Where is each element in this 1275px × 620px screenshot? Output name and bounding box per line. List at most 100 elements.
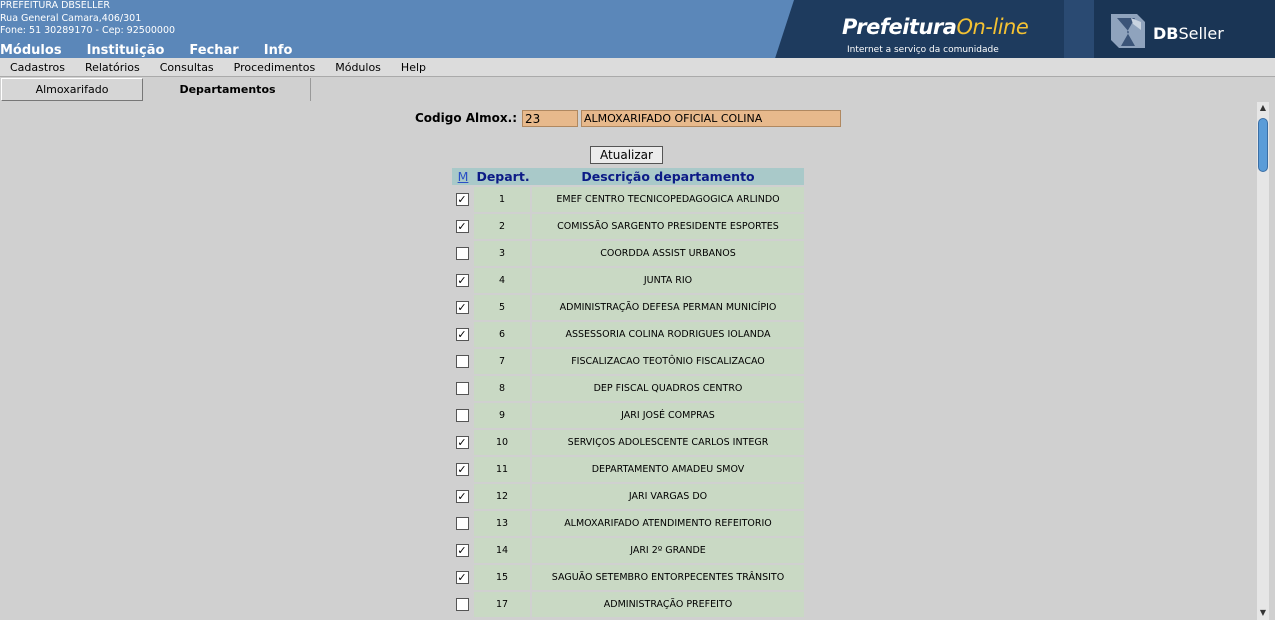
row-checkbox[interactable]: ✓ <box>455 301 469 314</box>
table-row: 17 ADMINISTRAÇÃO PREFEITO <box>452 590 804 617</box>
menu-cadastros[interactable]: Cadastros <box>0 61 75 74</box>
scroll-down-icon[interactable]: ▼ <box>1257 607 1269 619</box>
scroll-up-icon[interactable]: ▲ <box>1257 102 1269 114</box>
dbseller-wordmark: DBSeller <box>1153 24 1224 43</box>
top-menu-info[interactable]: Info <box>264 43 293 58</box>
menu-consultas[interactable]: Consultas <box>150 61 224 74</box>
org-name: PREFEITURA DBSELLER <box>0 0 110 11</box>
prefeitura-online-logo: PrefeituraOn-line <box>842 15 1029 39</box>
tab-almoxarifado[interactable]: Almoxarifado <box>1 78 143 101</box>
tab-bar: Almoxarifado Departamentos <box>0 77 1275 101</box>
atualizar-button[interactable]: Atualizar <box>590 146 663 164</box>
table-header: M Depart. Descrição departamento <box>452 168 804 185</box>
top-menu-instituicao[interactable]: Instituição <box>87 43 165 58</box>
depart-code: 11 <box>495 464 509 475</box>
row-checkbox[interactable] <box>455 409 469 422</box>
menu-modulos[interactable]: Módulos <box>325 61 391 74</box>
table-row: ✓ 10 SERVIÇOS ADOLESCENTE CARLOS INTEGR <box>452 428 804 455</box>
depart-descricao: JARI VARGAS DO <box>628 491 708 502</box>
row-checkbox[interactable]: ✓ <box>455 490 469 503</box>
depart-code: 1 <box>498 194 506 205</box>
top-menu-modulos[interactable]: Módulos <box>0 43 62 58</box>
table-body: ✓ 1 EMEF CENTRO TECNICOPEDAGOGICA ARLINDO ✓… <box>452 185 804 617</box>
row-checkbox[interactable] <box>455 355 469 368</box>
menu-procedimentos[interactable]: Procedimentos <box>224 61 326 74</box>
depart-descricao: JUNTA RIO <box>643 275 693 286</box>
depart-descricao: FISCALIZACAO TEOTÔNIO FISCALIZACAO <box>571 356 765 367</box>
row-checkbox[interactable] <box>455 598 469 611</box>
table-row: ✓ 4 JUNTA RIO <box>452 266 804 293</box>
depart-code: 15 <box>495 572 509 583</box>
departamentos-table: M Depart. Descrição departamento ✓ 1 EMEF … <box>452 168 804 617</box>
table-row: ✓ 1 EMEF CENTRO TECNICOPEDAGOGICA ARLINDO <box>452 185 804 212</box>
depart-descricao: ADMINISTRAÇÃO PREFEITO <box>603 599 733 610</box>
row-checkbox[interactable] <box>455 247 469 260</box>
table-row: ✓ 2 COMISSÃO SARGENTO PRESIDENTE ESPORTES <box>452 212 804 239</box>
depart-code: 17 <box>495 599 509 610</box>
org-phone: Fone: 51 30289170 - Cep: 92500000 <box>0 25 176 36</box>
vertical-scrollbar[interactable]: ▲ ▼ <box>1257 102 1269 620</box>
row-checkbox[interactable] <box>455 382 469 395</box>
depart-code: 3 <box>498 248 506 259</box>
brand-banner: PrefeituraOn-line Internet a serviço da … <box>764 0 1275 58</box>
table-row: 13 ALMOXARIFADO ATENDIMENTO REFEITORIO <box>452 509 804 536</box>
row-checkbox[interactable]: ✓ <box>455 274 469 287</box>
table-row: ✓ 11 DEPARTAMENTO AMADEU SMOV <box>452 455 804 482</box>
depart-descricao: EMEF CENTRO TECNICOPEDAGOGICA ARLINDO <box>556 194 780 205</box>
table-row: 3 COORDDA ASSIST URBANOS <box>452 239 804 266</box>
table-row: ✓ 6 ASSESSORIA COLINA RODRIGUES IOLANDA <box>452 320 804 347</box>
table-row: ✓ 15 SAGUÃO SETEMBRO ENTORPECENTES TRÂNSIT… <box>452 563 804 590</box>
table-row: ✓ 5 ADMINISTRAÇÃO DEFESA PERMAN MUNICÍPIO <box>452 293 804 320</box>
almox-descricao-input[interactable] <box>581 110 841 127</box>
depart-descricao: DEP FISCAL QUADROS CENTRO <box>593 383 743 394</box>
depart-code: 4 <box>498 275 506 286</box>
depart-descricao: SAGUÃO SETEMBRO ENTORPECENTES TRÂNSITO <box>551 572 785 583</box>
scroll-thumb[interactable] <box>1258 118 1268 172</box>
depart-descricao: JARI 2º GRANDE <box>630 545 706 556</box>
depart-code: 9 <box>498 410 506 421</box>
depart-code: 2 <box>498 221 506 232</box>
top-menu-fechar[interactable]: Fechar <box>189 43 238 58</box>
depart-descricao: JARI JOSÉ COMPRAS <box>621 410 715 421</box>
row-checkbox[interactable] <box>455 517 469 530</box>
row-checkbox[interactable]: ✓ <box>455 328 469 341</box>
table-row: ✓ 14 JARI 2º GRANDE <box>452 536 804 563</box>
menu-relatorios[interactable]: Relatórios <box>75 61 150 74</box>
app-header: PREFEITURA DBSELLER Rua General Camara,4… <box>0 0 1275 58</box>
logo-tagline: Internet a serviço da comunidade <box>847 45 999 55</box>
depart-descricao: COMISSÃO SARGENTO PRESIDENTE ESPORTES <box>557 221 779 232</box>
depart-code: 12 <box>495 491 509 502</box>
tab-departamentos[interactable]: Departamentos <box>145 78 311 101</box>
descricao-header: Descrição departamento <box>581 169 755 184</box>
depart-code: 10 <box>495 437 509 448</box>
row-checkbox[interactable]: ✓ <box>455 544 469 557</box>
dbseller-logo-icon <box>1111 14 1145 48</box>
row-checkbox[interactable]: ✓ <box>455 193 469 206</box>
codigo-almox-label: Codigo Almox.: <box>415 111 518 125</box>
depart-descricao: ALMOXARIFADO ATENDIMENTO REFEITORIO <box>564 518 772 529</box>
row-checkbox[interactable]: ✓ <box>455 220 469 233</box>
depart-code: 8 <box>498 383 506 394</box>
menubar: Cadastros Relatórios Consultas Procedime… <box>0 58 1275 77</box>
top-menu: Módulos Instituição Fechar Info <box>0 43 317 58</box>
mark-all-header[interactable]: M <box>452 168 474 185</box>
depart-descricao: SERVIÇOS ADOLESCENTE CARLOS INTEGR <box>567 437 769 448</box>
row-checkbox[interactable]: ✓ <box>455 463 469 476</box>
table-row: ✓ 12 JARI VARGAS DO <box>452 482 804 509</box>
depart-descricao: ADMINISTRAÇÃO DEFESA PERMAN MUNICÍPIO <box>559 302 777 313</box>
depart-code: 5 <box>498 302 506 313</box>
depart-descricao: ASSESSORIA COLINA RODRIGUES IOLANDA <box>565 329 771 340</box>
depart-code: 6 <box>498 329 506 340</box>
org-address: Rua General Camara,406/301 <box>0 12 142 24</box>
organization-info: PREFEITURA DBSELLER Rua General Camara,4… <box>0 0 175 38</box>
depart-code: 14 <box>495 545 509 556</box>
menu-help[interactable]: Help <box>391 61 436 74</box>
table-row: 8 DEP FISCAL QUADROS CENTRO <box>452 374 804 401</box>
depart-code: 13 <box>495 518 509 529</box>
depart-header: Depart. <box>476 169 530 184</box>
depart-code: 7 <box>498 356 506 367</box>
codigo-almox-input[interactable] <box>522 110 578 127</box>
table-row: 9 JARI JOSÉ COMPRAS <box>452 401 804 428</box>
row-checkbox[interactable]: ✓ <box>455 571 469 584</box>
row-checkbox[interactable]: ✓ <box>455 436 469 449</box>
